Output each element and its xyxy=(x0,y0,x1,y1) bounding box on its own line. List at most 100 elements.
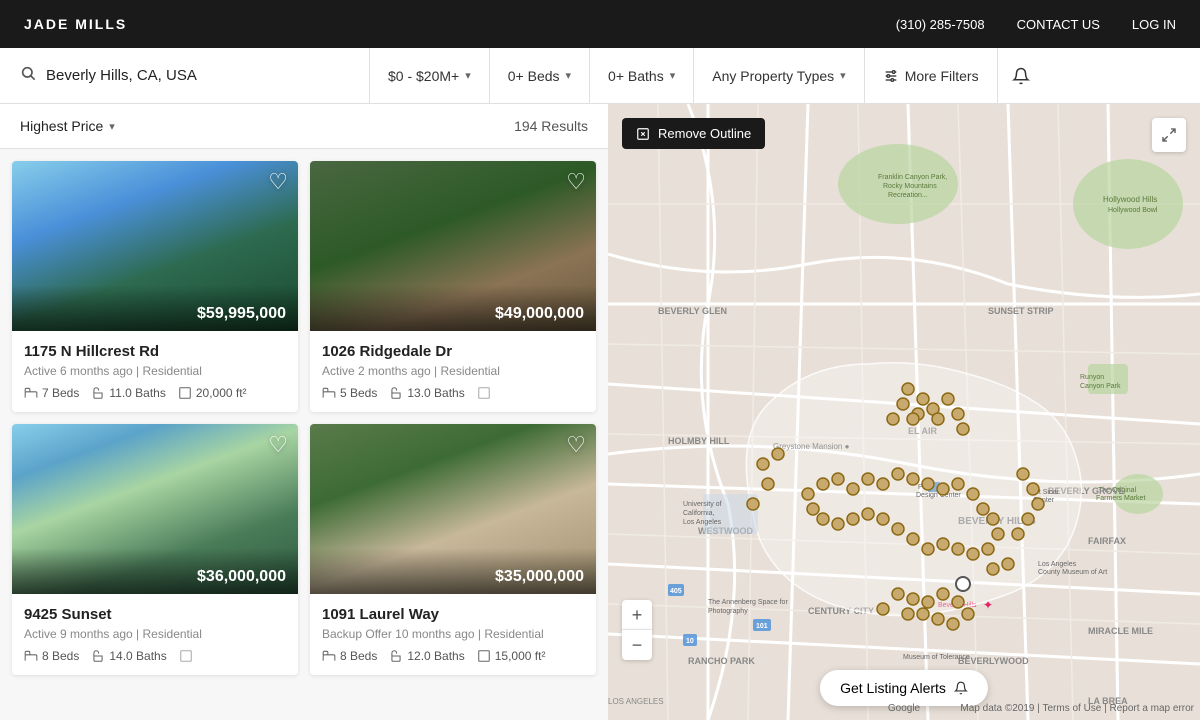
sqft-detail: 20,000 ft² xyxy=(178,386,247,400)
beds-chevron-icon: ▾ xyxy=(566,69,572,82)
card-info: 9425 Sunset Active 9 months ago | Reside… xyxy=(12,594,298,675)
price-badge: $35,000,000 xyxy=(310,548,596,594)
favorite-button[interactable]: ♡ xyxy=(268,434,288,456)
card-image-2: ♡ $49,000,000 xyxy=(310,161,596,331)
card-details: 7 Beds 11.0 Baths 20,000 ft² xyxy=(24,386,286,400)
property-type-filter-button[interactable]: Any Property Types ▾ xyxy=(694,48,864,103)
card-info: 1026 Ridgedale Dr Active 2 months ago | … xyxy=(310,331,596,412)
beds-value: 7 Beds xyxy=(42,386,79,400)
svg-text:HOLMBY HILL: HOLMBY HILL xyxy=(668,436,730,446)
beds-value: 5 Beds xyxy=(340,386,377,400)
property-card[interactable]: ♡ $35,000,000 1091 Laurel Way Backup Off… xyxy=(310,424,596,675)
beds-detail: 5 Beds xyxy=(322,386,377,400)
svg-text:Photography: Photography xyxy=(708,608,748,615)
svg-text:Farmers Market: Farmers Market xyxy=(1096,495,1145,502)
listing-alerts-button[interactable]: Get Listing Alerts xyxy=(820,670,988,706)
login-link[interactable]: LOG IN xyxy=(1132,17,1176,32)
property-card[interactable]: ♡ $59,995,000 1175 N Hillcrest Rd Active… xyxy=(12,161,298,412)
baths-value: 13.0 Baths xyxy=(407,386,464,400)
card-meta: Active 6 months ago | Residential xyxy=(24,364,286,378)
card-address: 9425 Sunset xyxy=(24,606,286,623)
svg-text:RANCHO PARK: RANCHO PARK xyxy=(688,656,755,666)
price-badge: $36,000,000 xyxy=(12,548,298,594)
sort-button[interactable]: Highest Price ▾ xyxy=(20,118,115,134)
svg-text:Canyon Park: Canyon Park xyxy=(1080,383,1121,390)
card-address: 1026 Ridgedale Dr xyxy=(322,343,584,360)
svg-text:10: 10 xyxy=(686,638,694,645)
price-filter-button[interactable]: $0 - $20M+ ▾ xyxy=(370,48,490,103)
zoom-out-button[interactable]: − xyxy=(622,630,652,660)
svg-text:Los Angeles: Los Angeles xyxy=(1038,561,1077,568)
map-panel: Franklin Canyon Park, Rocky Mountains Re… xyxy=(608,104,1200,720)
beds-filter-button[interactable]: 0+ Beds ▾ xyxy=(490,48,590,103)
baths-filter-button[interactable]: 0+ Baths ▾ xyxy=(590,48,694,103)
sqft-detail: 15,000 ft² xyxy=(477,649,546,663)
svg-text:California,: California, xyxy=(683,510,715,517)
baths-value: 12.0 Baths xyxy=(407,649,464,663)
map-attribution: Map data ©2019 | Terms of Use | Report a… xyxy=(960,703,1194,714)
card-details: 5 Beds 13.0 Baths xyxy=(322,386,584,400)
card-image-3: ♡ $36,000,000 xyxy=(12,424,298,594)
svg-text:101: 101 xyxy=(756,623,768,630)
svg-text:Hollywood Bowl: Hollywood Bowl xyxy=(1108,207,1158,214)
beds-detail: 8 Beds xyxy=(24,649,79,663)
more-filters-label: More Filters xyxy=(905,68,979,84)
property-card[interactable]: ♡ $36,000,000 9425 Sunset Active 9 month… xyxy=(12,424,298,675)
card-meta: Active 2 months ago | Residential xyxy=(322,364,584,378)
zoom-in-button[interactable]: + xyxy=(622,600,652,630)
sqft-value: 15,000 ft² xyxy=(495,649,546,663)
listing-alerts-label: Get Listing Alerts xyxy=(840,680,946,696)
location-input[interactable] xyxy=(46,67,349,84)
baths-filter-label: 0+ Baths xyxy=(608,68,664,84)
price-filter-label: $0 - $20M+ xyxy=(388,68,459,84)
results-header: Highest Price ▾ 194 Results xyxy=(0,104,608,149)
no-sqft-detail xyxy=(477,386,491,400)
svg-text:University of: University of xyxy=(683,501,722,508)
card-address: 1091 Laurel Way xyxy=(322,606,584,623)
svg-text:Museum of Tolerance: Museum of Tolerance xyxy=(903,654,970,661)
baths-value: 11.0 Baths xyxy=(109,386,165,400)
property-card[interactable]: ♡ $49,000,000 1026 Ridgedale Dr Active 2… xyxy=(310,161,596,412)
favorite-button[interactable]: ♡ xyxy=(566,171,586,193)
property-grid: ♡ $59,995,000 1175 N Hillcrest Rd Active… xyxy=(0,149,608,687)
no-sqft-icon xyxy=(179,649,193,663)
fullscreen-button[interactable] xyxy=(1152,118,1186,152)
svg-text:405: 405 xyxy=(670,588,682,595)
svg-text:LOS ANGELES: LOS ANGELES xyxy=(608,697,664,706)
svg-text:SUNSET STRIP: SUNSET STRIP xyxy=(988,306,1054,316)
favorite-button[interactable]: ♡ xyxy=(566,434,586,456)
notification-button[interactable] xyxy=(997,48,1045,103)
more-filters-button[interactable]: More Filters xyxy=(865,48,997,103)
baths-detail: 11.0 Baths xyxy=(91,386,165,400)
baths-value: 14.0 Baths xyxy=(109,649,166,663)
beds-value: 8 Beds xyxy=(42,649,79,663)
sqft-value: 20,000 ft² xyxy=(196,386,247,400)
card-address: 1175 N Hillcrest Rd xyxy=(24,343,286,360)
card-info: 1091 Laurel Way Backup Offer 10 months a… xyxy=(310,594,596,675)
card-image-1: ♡ $59,995,000 xyxy=(12,161,298,331)
top-navigation: JADE MILLS (310) 285-7508 CONTACT US LOG… xyxy=(0,0,1200,48)
property-type-label: Any Property Types xyxy=(712,68,834,84)
baths-chevron-icon: ▾ xyxy=(670,69,676,82)
svg-text:The Annenberg Space for: The Annenberg Space for xyxy=(708,599,788,606)
favorite-button[interactable]: ♡ xyxy=(268,171,288,193)
baths-detail: 13.0 Baths xyxy=(389,386,464,400)
remove-outline-label: Remove Outline xyxy=(658,126,751,141)
card-info: 1175 N Hillcrest Rd Active 6 months ago … xyxy=(12,331,298,412)
left-panel: Highest Price ▾ 194 Results ♡ $59,995,00… xyxy=(0,104,608,720)
location-search[interactable] xyxy=(0,48,370,103)
card-meta: Active 9 months ago | Residential xyxy=(24,627,286,641)
beds-value: 8 Beds xyxy=(340,649,377,663)
sort-chevron-icon: ▾ xyxy=(109,120,115,133)
phone-number[interactable]: (310) 285-7508 xyxy=(896,17,985,32)
svg-text:Hollywood Hills: Hollywood Hills xyxy=(1103,195,1157,204)
beds-detail: 7 Beds xyxy=(24,386,79,400)
remove-outline-button[interactable]: Remove Outline xyxy=(622,118,765,149)
card-image-4: ♡ $35,000,000 xyxy=(310,424,596,594)
price-badge: $59,995,000 xyxy=(12,285,298,331)
contact-us-link[interactable]: CONTACT US xyxy=(1017,17,1100,32)
card-meta: Backup Offer 10 months ago | Residential xyxy=(322,627,584,641)
google-watermark: Google xyxy=(888,703,920,714)
svg-text:Runyon: Runyon xyxy=(1080,374,1104,381)
beds-filter-label: 0+ Beds xyxy=(508,68,560,84)
